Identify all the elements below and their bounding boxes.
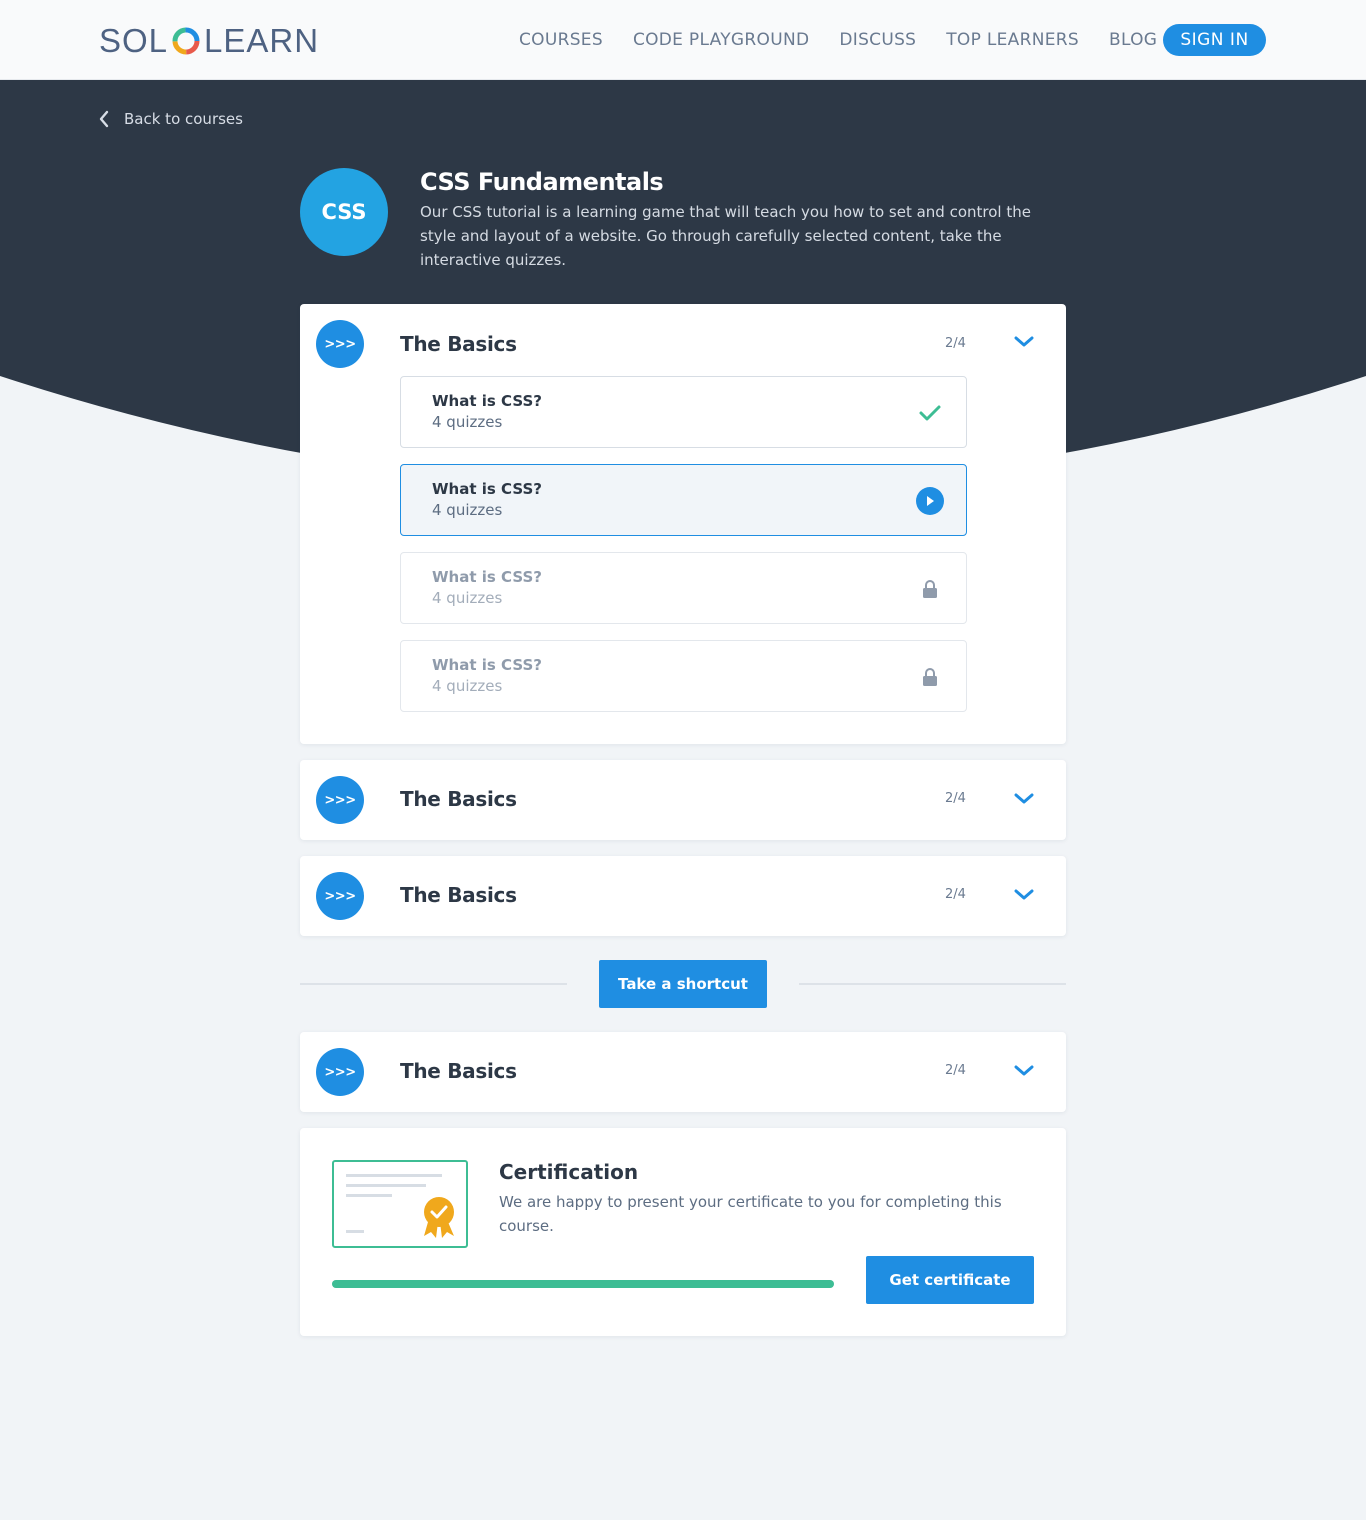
certification-description: We are happy to present your certificate… [499, 1193, 1002, 1235]
module-progress: 2/4 [945, 887, 966, 902]
certificate-icon [332, 1160, 468, 1248]
certification-title: Certification [499, 1160, 639, 1184]
certification-progress-fill [332, 1280, 834, 1288]
lesson-item-current[interactable]: What is CSS? 4 quizzes [400, 464, 967, 536]
module-icon: >>> [316, 320, 364, 368]
play-icon[interactable] [915, 487, 945, 515]
module-title: The Basics [400, 787, 517, 811]
lock-icon [915, 665, 945, 689]
module-title: The Basics [400, 332, 517, 356]
back-to-courses-link[interactable]: Back to courses [98, 109, 243, 129]
nav-code-playground[interactable]: CODE PLAYGROUND [633, 28, 809, 52]
lesson-item-completed[interactable]: What is CSS? 4 quizzes [400, 376, 967, 448]
nav-courses[interactable]: COURSES [519, 28, 603, 52]
logo-text-left: SOL [99, 22, 169, 59]
chevron-down-icon[interactable] [1012, 1063, 1036, 1079]
sololearn-logo[interactable]: SOL LEARN [99, 22, 319, 60]
logo-text-right: LEARN [204, 22, 320, 59]
lesson-item-locked: What is CSS? 4 quizzes [400, 552, 967, 624]
chevron-down-icon[interactable] [1012, 887, 1036, 903]
course-title: CSS Fundamentals [420, 168, 664, 196]
divider-right [799, 983, 1066, 985]
lesson-title: What is CSS? [432, 656, 542, 674]
module-icon: >>> [316, 1048, 364, 1096]
module-card[interactable]: >>> The Basics 2/4 [300, 856, 1066, 936]
chevron-left-icon [99, 110, 109, 128]
logo-swirl-icon [172, 27, 200, 55]
lesson-quiz-count: 4 quizzes [432, 677, 503, 695]
back-label: Back to courses [124, 110, 243, 128]
lesson-quiz-count: 4 quizzes [432, 501, 503, 519]
get-certificate-button[interactable]: Get certificate [866, 1256, 1034, 1304]
checkmark-icon [915, 401, 945, 425]
nav-blog[interactable]: BLOG [1109, 28, 1157, 52]
lesson-title: What is CSS? [432, 480, 542, 498]
sign-in-button[interactable]: SIGN IN [1163, 24, 1266, 56]
module-title: The Basics [400, 1059, 517, 1083]
module-card[interactable]: >>> The Basics 2/4 [300, 1032, 1066, 1112]
module-card-expanded: >>> The Basics 2/4 What is CSS? 4 quizze… [300, 304, 1066, 744]
take-shortcut-button[interactable]: Take a shortcut [599, 960, 767, 1008]
module-progress: 2/4 [945, 1063, 966, 1078]
nav-discuss[interactable]: DISCUSS [839, 28, 916, 52]
divider-left [300, 983, 567, 985]
course-description: Our CSS tutorial is a learning game that… [420, 203, 1031, 269]
lock-icon [915, 577, 945, 601]
module-title: The Basics [400, 883, 517, 907]
lesson-title: What is CSS? [432, 568, 542, 586]
module-icon: >>> [316, 872, 364, 920]
course-badge: CSS [300, 168, 388, 256]
lesson-title: What is CSS? [432, 392, 542, 410]
module-progress: 2/4 [945, 791, 966, 806]
chevron-up-icon[interactable] [1012, 334, 1036, 350]
nav-top-learners[interactable]: TOP LEARNERS [946, 28, 1079, 52]
certification-card: Certification We are happy to present yo… [300, 1128, 1066, 1336]
lesson-quiz-count: 4 quizzes [432, 589, 503, 607]
lesson-quiz-count: 4 quizzes [432, 413, 503, 431]
chevron-down-icon[interactable] [1012, 791, 1036, 807]
top-navigation-bar: SOL LEARN COURSES CODE PLAYGROUND DISCUS… [0, 0, 1366, 80]
lesson-item-locked: What is CSS? 4 quizzes [400, 640, 967, 712]
module-progress: 2/4 [945, 336, 966, 351]
module-icon: >>> [316, 776, 364, 824]
certification-progress-bar [332, 1280, 834, 1288]
main-nav: COURSES CODE PLAYGROUND DISCUSS TOP LEAR… [519, 28, 1191, 52]
module-card[interactable]: >>> The Basics 2/4 [300, 760, 1066, 840]
